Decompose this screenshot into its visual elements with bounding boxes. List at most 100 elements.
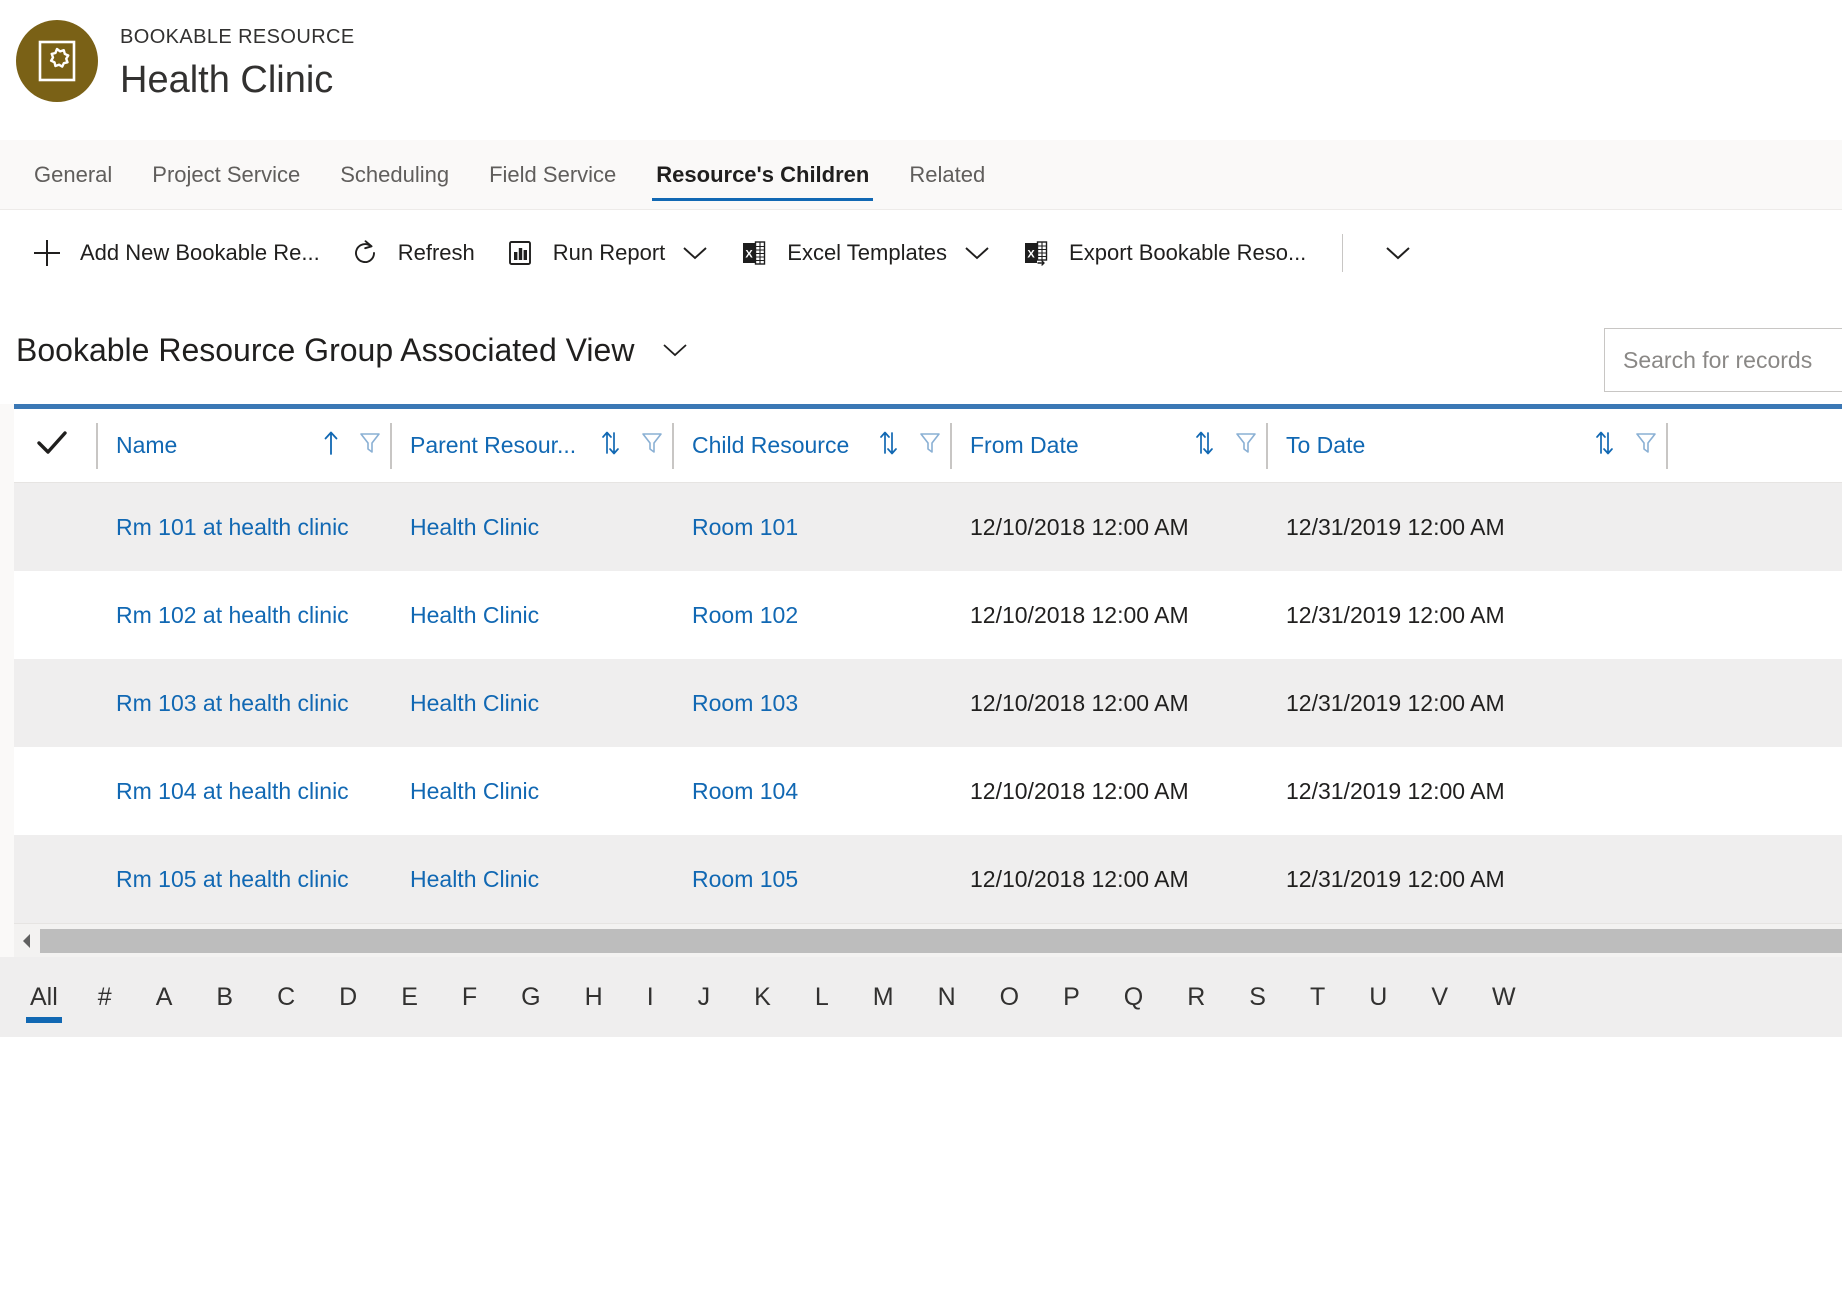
filter-icon[interactable] xyxy=(640,430,664,462)
alpha-index-t[interactable]: T xyxy=(1306,980,1329,1014)
tab-resources-children[interactable]: Resource's Children xyxy=(636,140,889,209)
search-box[interactable] xyxy=(1604,328,1842,392)
alpha-index-p[interactable]: P xyxy=(1059,980,1084,1014)
cell-parent-resource[interactable]: Health Clinic xyxy=(392,747,674,835)
alpha-index-l[interactable]: L xyxy=(811,980,833,1014)
alpha-index-all[interactable]: All xyxy=(26,980,62,1023)
alpha-index-w[interactable]: W xyxy=(1488,980,1520,1014)
alpha-index-a[interactable]: A xyxy=(152,980,177,1014)
add-new-bookable-resource-button[interactable]: Add New Bookable Re... xyxy=(16,225,334,281)
bookable-resource-icon xyxy=(35,39,79,83)
row-checkbox[interactable] xyxy=(14,835,98,923)
filter-icon[interactable] xyxy=(918,430,942,462)
alpha-index-n[interactable]: N xyxy=(934,980,960,1014)
table-row[interactable]: Rm 104 at health clinic Health Clinic Ro… xyxy=(14,747,1842,835)
alpha-index-j[interactable]: J xyxy=(694,980,715,1014)
run-report-label: Run Report xyxy=(552,239,666,265)
alpha-index-g[interactable]: G xyxy=(517,980,544,1014)
search-input[interactable] xyxy=(1605,329,1842,391)
cell-parent-resource[interactable]: Health Clinic xyxy=(392,571,674,659)
alpha-index-o[interactable]: O xyxy=(996,980,1023,1014)
cell-name[interactable]: Rm 105 at health clinic xyxy=(98,835,392,923)
alpha-index-s[interactable]: S xyxy=(1245,980,1270,1014)
cell-parent-resource[interactable]: Health Clinic xyxy=(392,659,674,747)
cell-from-date: 12/10/2018 12:00 AM xyxy=(970,689,1189,716)
table-row[interactable]: Rm 102 at health clinic Health Clinic Ro… xyxy=(14,571,1842,659)
cell-child-resource[interactable]: Room 101 xyxy=(674,483,952,571)
column-header-to-date[interactable]: To Date xyxy=(1268,409,1668,483)
alpha-index-bar: All # A B C D E F G H I J K L M N O P Q … xyxy=(0,957,1842,1037)
scrollbar-thumb[interactable] xyxy=(40,928,1842,953)
grid-left-gutter xyxy=(0,404,14,957)
cell-child-resource[interactable]: Room 103 xyxy=(674,659,952,747)
sort-icon[interactable] xyxy=(878,429,900,463)
column-header-to-date-label: To Date xyxy=(1286,432,1366,458)
alpha-index-e[interactable]: E xyxy=(397,980,422,1014)
column-header-name[interactable]: Name xyxy=(98,409,392,483)
cell-parent-resource[interactable]: Health Clinic xyxy=(392,483,674,571)
view-selector-chevron-down-icon[interactable] xyxy=(660,340,690,360)
tab-related[interactable]: Related xyxy=(889,140,1005,209)
select-all-checkbox[interactable] xyxy=(14,409,98,483)
alpha-index-i[interactable]: I xyxy=(643,980,658,1014)
chevron-down-icon[interactable] xyxy=(963,244,991,262)
alpha-index-v[interactable]: V xyxy=(1427,980,1452,1014)
row-checkbox[interactable] xyxy=(14,571,98,659)
sort-ascending-icon[interactable] xyxy=(322,429,340,463)
alpha-index-c[interactable]: C xyxy=(273,980,299,1014)
cell-from-date: 12/10/2018 12:00 AM xyxy=(970,601,1189,628)
table-row[interactable]: Rm 101 at health clinic Health Clinic Ro… xyxy=(14,483,1842,571)
row-checkbox[interactable] xyxy=(14,747,98,835)
column-header-parent-resource[interactable]: Parent Resour... xyxy=(392,409,674,483)
alpha-index-f[interactable]: F xyxy=(458,980,481,1014)
row-checkbox[interactable] xyxy=(14,659,98,747)
column-header-from-date[interactable]: From Date xyxy=(952,409,1268,483)
cell-name[interactable]: Rm 101 at health clinic xyxy=(98,483,392,571)
report-chart-icon xyxy=(503,236,537,270)
cell-to-date: 12/31/2019 12:00 AM xyxy=(1286,601,1505,628)
cell-from-date: 12/10/2018 12:00 AM xyxy=(970,865,1189,892)
tab-field-service[interactable]: Field Service xyxy=(469,140,636,209)
filter-icon[interactable] xyxy=(1234,430,1258,462)
alpha-index-m[interactable]: M xyxy=(869,980,898,1014)
export-bookable-resources-button[interactable]: X Export Bookable Reso... xyxy=(1005,225,1320,281)
cell-to-date: 12/31/2019 12:00 AM xyxy=(1286,777,1505,804)
cell-child-resource[interactable]: Room 102 xyxy=(674,571,952,659)
cell-child-resource[interactable]: Room 104 xyxy=(674,747,952,835)
alpha-index-q[interactable]: Q xyxy=(1120,980,1147,1014)
records-grid: Name Parent Resour... Child Resource Fro… xyxy=(14,409,1842,923)
sort-icon[interactable] xyxy=(1594,429,1616,463)
cell-parent-resource[interactable]: Health Clinic xyxy=(392,835,674,923)
column-header-child-resource[interactable]: Child Resource xyxy=(674,409,952,483)
sort-icon[interactable] xyxy=(1194,429,1216,463)
cell-to-date: 12/31/2019 12:00 AM xyxy=(1286,865,1505,892)
cell-child-resource[interactable]: Room 105 xyxy=(674,835,952,923)
filter-icon[interactable] xyxy=(358,430,382,462)
scroll-left-arrow-icon[interactable] xyxy=(14,924,40,958)
cell-name[interactable]: Rm 104 at health clinic xyxy=(98,747,392,835)
alpha-index-u[interactable]: U xyxy=(1365,980,1391,1014)
command-bar-overflow-button[interactable] xyxy=(1357,225,1423,281)
excel-templates-button[interactable]: X Excel Templates xyxy=(723,225,1005,281)
table-row[interactable]: Rm 105 at health clinic Health Clinic Ro… xyxy=(14,835,1842,923)
page-title: Health Clinic xyxy=(120,59,334,101)
tab-general[interactable]: General xyxy=(14,140,132,209)
sort-icon[interactable] xyxy=(600,429,622,463)
filter-icon[interactable] xyxy=(1634,430,1658,462)
alpha-index-d[interactable]: D xyxy=(335,980,361,1014)
table-row[interactable]: Rm 103 at health clinic Health Clinic Ro… xyxy=(14,659,1842,747)
cell-name[interactable]: Rm 102 at health clinic xyxy=(98,571,392,659)
grid-horizontal-scrollbar[interactable] xyxy=(14,923,1842,957)
refresh-button[interactable]: Refresh xyxy=(334,225,489,281)
row-checkbox[interactable] xyxy=(14,483,98,571)
chevron-down-icon[interactable] xyxy=(681,244,709,262)
tab-scheduling[interactable]: Scheduling xyxy=(320,140,469,209)
alpha-index-k[interactable]: K xyxy=(750,980,775,1014)
alpha-index-r[interactable]: R xyxy=(1183,980,1209,1014)
tab-project-service[interactable]: Project Service xyxy=(132,140,320,209)
alpha-index-b[interactable]: B xyxy=(212,980,237,1014)
alpha-index-hash[interactable]: # xyxy=(94,980,116,1014)
cell-name[interactable]: Rm 103 at health clinic xyxy=(98,659,392,747)
alpha-index-h[interactable]: H xyxy=(581,980,607,1014)
run-report-button[interactable]: Run Report xyxy=(489,225,724,281)
